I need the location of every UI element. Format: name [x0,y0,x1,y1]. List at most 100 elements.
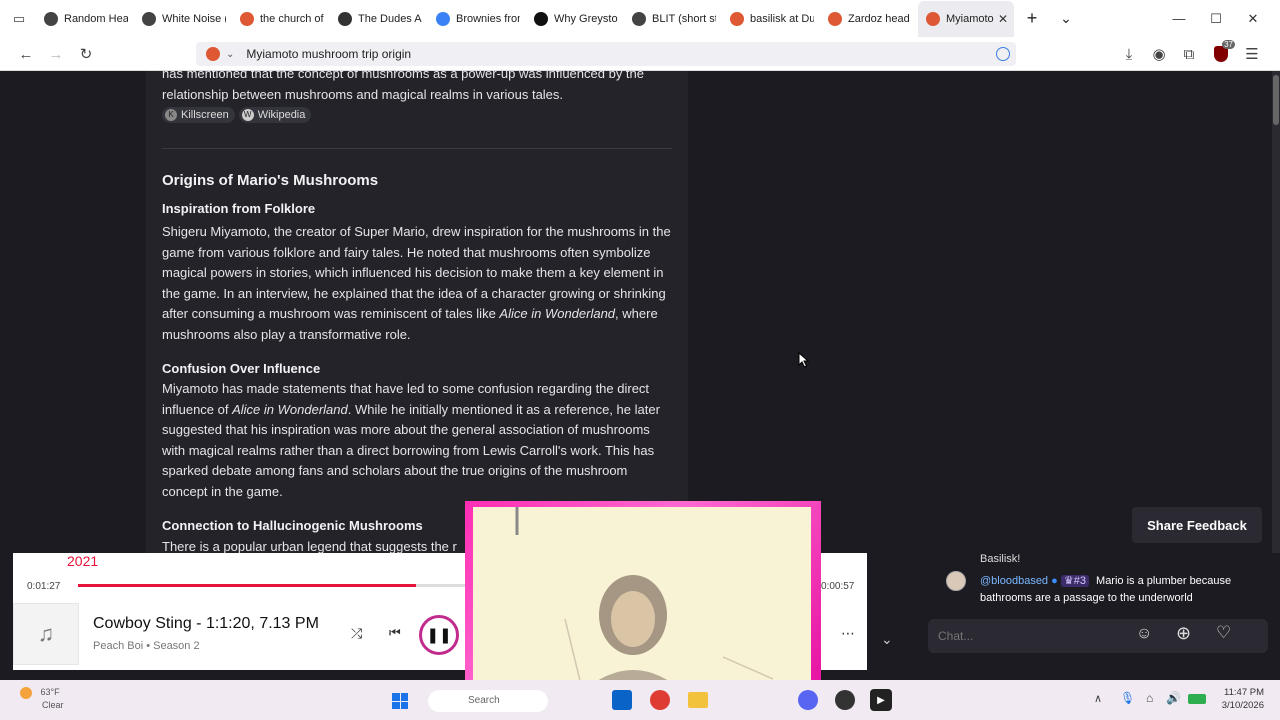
downloads-button[interactable]: ⤓ [1117,42,1141,66]
network-icon[interactable]: ⌂ [1146,691,1153,705]
chat-message-prev: Basilisk! [980,553,1021,565]
wiki-icon [44,11,58,26]
tab-item[interactable]: BLIT (short sto [624,1,722,37]
clock[interactable]: 11:47 PM 3/10/2026 [1214,686,1264,712]
heart-icon[interactable]: ♡ [1216,623,1231,643]
paragraph-hallucinogenic: There is a popular urban legend that sug… [162,539,457,553]
add-icon[interactable]: ⊕ [1176,623,1191,644]
windows-logo-pane [400,693,408,701]
source-chip-wikipedia[interactable]: W Wikipedia [238,107,312,123]
shuffle-button[interactable]: ⤮ [351,625,362,642]
chat-username[interactable]: @bloodbased [980,575,1048,587]
tab-item[interactable]: Zardoz head a [820,1,918,37]
chevron-down-icon: ⌄ [1060,10,1072,26]
paragraph-confusion: Miyamoto has made statements that have l… [162,379,672,503]
tab-item[interactable]: Why Greyston [526,1,624,37]
menu-button[interactable]: ☰ [1240,42,1264,66]
mouse-cursor-icon [798,351,810,373]
reload-icon: ↻ [79,46,93,63]
translate-icon[interactable] [996,47,1010,61]
tab-item[interactable]: Myiamoto r ✕ [918,0,1014,37]
close-window-button[interactable]: ✕ [1234,0,1272,37]
tab-label: the church of [260,12,324,25]
tab-item[interactable]: White Noise ( [134,1,232,37]
album-art: ♫ [13,603,79,665]
plus-icon: + [1026,8,1038,28]
tab-item[interactable]: The Dudes Ab [330,1,428,37]
emoji-icon[interactable]: ☺ [1136,625,1152,643]
taskbar-app-browser[interactable] [650,690,670,710]
previous-button[interactable]: ⏮ [389,625,401,641]
close-tab-icon[interactable]: ✕ [998,12,1008,26]
avatar [946,571,966,591]
share-feedback-button[interactable]: Share Feedback [1132,507,1262,543]
taskbar-app-obs[interactable] [835,690,855,710]
taskbar: 63°F Clear Search ▶ ∧ 🎙 ⌂ 🔊 11:47 PM 3/1… [0,680,1280,720]
intro-line: has mentioned that the concept of mushro… [162,71,645,81]
maximize-button[interactable]: ☐ [1197,0,1235,37]
page-scrollbar[interactable] [1272,71,1280,553]
scrollbar-thumb[interactable] [1273,75,1279,125]
extension-badge: 37 [1222,40,1235,49]
back-button[interactable]: ← [14,42,38,66]
weather-widget[interactable]: 63°F Clear [20,686,64,712]
music-note-icon: ♫ [37,621,55,646]
reload-button[interactable]: ↻ [74,42,98,66]
battery-icon[interactable] [1188,694,1206,704]
crown-icon: ♛ [1063,575,1074,587]
chat-input[interactable] [938,627,1108,645]
download-icon: ⤓ [1125,45,1133,63]
source-label: Wikipedia [257,108,306,121]
new-tab-button[interactable]: + [1014,1,1048,37]
account-button[interactable]: ◉ [1147,42,1171,66]
extension-ublock-button[interactable]: 37 [1209,40,1235,66]
address-bar[interactable]: ⌄ Myiamoto mushroom trip origin [196,42,1016,66]
expand-button[interactable]: ⌄ [881,631,893,648]
start-button[interactable] [392,693,408,709]
wiki-icon [632,11,646,26]
taskbar-app-mail[interactable] [612,690,632,710]
webcam-person-image [473,507,811,693]
volume-icon[interactable]: 🔊 [1166,691,1181,705]
tab-item[interactable]: basilisk at Duc [722,1,820,37]
taskbar-app-discord[interactable] [798,690,818,710]
tab-item[interactable]: the church of [232,1,330,37]
pause-button[interactable]: ❚❚ [419,615,459,655]
text-run-italic: Alice in Wonderland [232,401,348,417]
tab-overview-button[interactable]: ▭ [0,1,36,37]
microphone-icon[interactable]: 🎙 [1120,691,1135,705]
app-icon [534,11,548,26]
tab-label: Zardoz head a [848,12,912,25]
tray-overflow-icon[interactable]: ∧ [1094,692,1102,705]
source-chip-killscreen[interactable]: K Killscreen [162,107,235,123]
more-options-button[interactable]: ⋯ [841,625,855,642]
text-run-italic: Alice in Wonderland [499,306,616,322]
page-viewport: has mentioned that the concept of mushro… [0,71,1280,553]
source-label: Killscreen [181,108,229,121]
forward-button[interactable]: → [44,42,68,66]
taskbar-app-files[interactable] [688,692,708,708]
duckduckgo-icon [926,11,940,26]
tab-item[interactable]: Random Hear [36,1,134,37]
hamburger-icon: ☰ [1245,46,1259,63]
track-subtitle: Peach Boi • Season 2 [93,640,200,652]
skip-back-icon: ⏮ [389,625,401,640]
play-icon: ▶ [877,694,885,706]
pause-icon: ❚❚ [426,627,452,644]
minimize-icon: — [1172,11,1186,26]
tab-strip: ▭ Random Hear White Noise ( the church of T… [0,0,1280,37]
maximize-icon: ☐ [1210,10,1222,26]
answer-panel: has mentioned that the concept of mushro… [146,71,688,553]
webcam-overlay [465,501,821,701]
extensions-button[interactable]: ⧉ [1177,42,1201,66]
taskbar-app-media[interactable]: ▶ [870,689,892,711]
taskbar-search[interactable]: Search [428,690,548,712]
windows-logo-icon [392,693,400,701]
chat-message: @bloodbased ● ♛#3 Mario is a plumber bec… [980,573,1260,607]
tab-list-button[interactable]: ⌄ [1048,1,1082,37]
duckduckgo-icon [730,11,744,26]
wiki-icon [142,11,156,26]
minimize-button[interactable]: — [1160,0,1198,37]
weather-icon [20,686,32,699]
tab-item[interactable]: Brownies from [428,1,526,37]
